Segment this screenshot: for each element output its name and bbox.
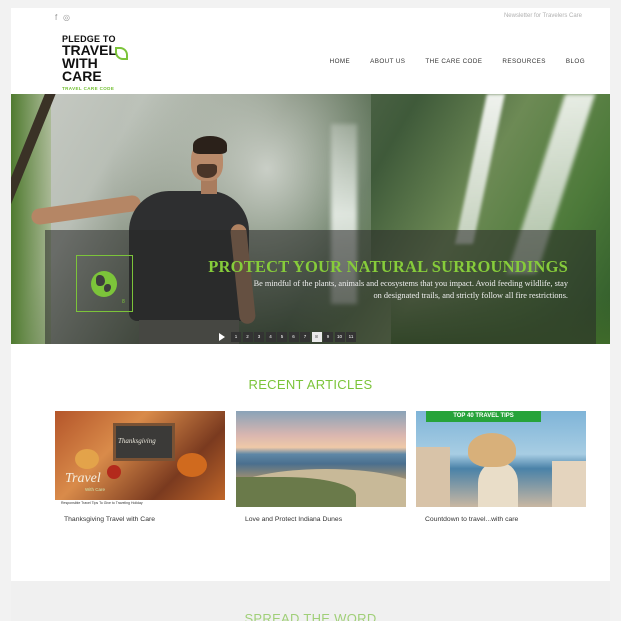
globe-icon <box>91 271 117 297</box>
nav-the-care-code[interactable]: THE CARE CODE <box>425 58 482 65</box>
play-icon[interactable] <box>219 333 225 341</box>
pager-dot[interactable]: 4 <box>265 332 276 342</box>
thumbnail-banner: TOP 40 TRAVEL TIPS <box>426 411 541 422</box>
chalkboard-text: Thanksgiving <box>118 437 156 445</box>
person-beard <box>197 164 217 178</box>
pager-dot-active[interactable]: 8 <box>311 332 322 342</box>
pager-dot[interactable]: 9 <box>323 332 333 342</box>
hero-body: Be mindful of the plants, animals and ec… <box>253 279 568 300</box>
pumpkin-icon <box>177 453 207 477</box>
article-title[interactable]: Thanksgiving Travel with Care <box>64 516 225 523</box>
recent-articles-heading: RECENT ARTICLES <box>248 377 373 392</box>
main-nav: HOME ABOUT US THE CARE CODE RESOURCES BL… <box>310 58 585 65</box>
pager-dot[interactable]: 11 <box>346 332 356 342</box>
pager-dot[interactable]: 10 <box>334 332 345 342</box>
pumpkin-icon <box>75 449 99 469</box>
thumbnail-overlay-subtitle: With Care <box>85 487 106 492</box>
article-thumbnail[interactable] <box>236 411 406 507</box>
thumbnail-strip: Responsible Travel Tips To Give to Trave… <box>55 500 225 507</box>
nav-about-us[interactable]: ABOUT US <box>370 58 405 65</box>
hero-icon-number: 8 <box>122 299 125 305</box>
article-card[interactable]: Thanksgiving Travel With Care Responsibl… <box>55 411 225 523</box>
article-card[interactable]: Love and Protect Indiana Dunes <box>236 411 406 523</box>
article-card[interactable]: TOP 40 TRAVEL TIPS Countdown to travel..… <box>416 411 586 523</box>
pager-dot[interactable]: 2 <box>242 332 253 342</box>
pager-dot[interactable]: 1 <box>231 332 241 342</box>
pager-dot[interactable]: 5 <box>277 332 287 342</box>
thumbnail-overlay-title: Travel <box>65 471 101 486</box>
spread-the-word-heading: SPREAD THE WORD <box>244 611 377 621</box>
nav-resources[interactable]: RESOURCES <box>502 58 546 65</box>
person-hair <box>193 136 227 154</box>
slider-pager: 1 2 3 4 5 6 7 8 9 10 11 <box>219 332 358 342</box>
article-thumbnail[interactable]: TOP 40 TRAVEL TIPS <box>416 411 586 507</box>
nav-home[interactable]: HOME <box>330 58 351 65</box>
site-logo[interactable]: PLEDGE TO TRAVEL WITH CARE TRAVEL CARE C… <box>62 35 137 91</box>
instagram-icon[interactable]: ◎ <box>63 13 71 22</box>
facebook-icon[interactable]: f <box>55 13 63 22</box>
sun-hat-shape <box>468 433 516 467</box>
pager-dot[interactable]: 7 <box>300 332 310 342</box>
logo-line-3: WITH CARE <box>62 55 102 84</box>
hero-title: PROTECT YOUR NATURAL SURROUNDINGS <box>208 257 568 276</box>
pager-dot[interactable]: 3 <box>254 332 264 342</box>
apple-icon <box>107 465 121 479</box>
social-links: f◎ <box>55 13 71 22</box>
article-title[interactable]: Love and Protect Indiana Dunes <box>245 516 406 523</box>
building-shape <box>552 461 586 507</box>
page: f◎ Newsletter for Travelers Care PLEDGE … <box>11 8 610 621</box>
traveler-shape <box>478 463 518 507</box>
hero-caption-panel: 8 PROTECT YOUR NATURAL SURROUNDINGS Be m… <box>45 230 596 344</box>
pager-dot[interactable]: 6 <box>288 332 299 342</box>
building-shape <box>416 447 450 507</box>
logo-tagline: TRAVEL CARE CODE <box>62 86 115 91</box>
nav-blog[interactable]: BLOG <box>566 58 585 65</box>
newsletter-link[interactable]: Newsletter for Travelers Care <box>504 13 582 19</box>
top-bar: f◎ Newsletter for Travelers Care <box>11 8 610 28</box>
article-title[interactable]: Countdown to travel...with care <box>425 516 586 523</box>
leaf-icon <box>115 47 128 60</box>
waterfall-2 <box>455 94 505 244</box>
hero-slider[interactable]: 8 PROTECT YOUR NATURAL SURROUNDINGS Be m… <box>11 94 610 344</box>
article-thumbnail[interactable]: Thanksgiving Travel With Care Responsibl… <box>55 411 225 507</box>
